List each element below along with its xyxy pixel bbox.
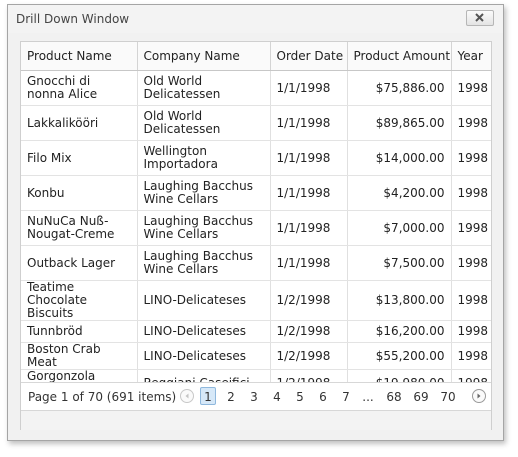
cell-product-name: Gnocchi di nonna Alice bbox=[21, 70, 138, 106]
cell-product-amount: $89,865.00 bbox=[347, 105, 452, 141]
cell-product-name: Tunnbröd bbox=[21, 320, 138, 343]
page-button-5[interactable]: 5 bbox=[292, 390, 308, 404]
data-grid: Product Name Company Name Order Date Pro… bbox=[21, 42, 491, 397]
table-row[interactable]: Teatime Chocolate Biscuits LINO-Delicate… bbox=[21, 280, 491, 321]
table-row[interactable]: NuNuCa Nuß-Nougat-Creme Laughing Bacchus… bbox=[21, 210, 491, 246]
cell-product-amount: $16,200.00 bbox=[347, 320, 452, 343]
table-row[interactable]: Lakkalikööri Old World Delicatessen 1/1/… bbox=[21, 105, 491, 141]
cell-product-amount: $75,886.00 bbox=[347, 70, 452, 106]
column-header-product-name[interactable]: Product Name bbox=[21, 42, 138, 71]
cell-order-date: 1/1/1998 bbox=[270, 70, 348, 106]
cell-company-name: LINO-Delicateses bbox=[137, 320, 271, 343]
cell-order-date: 1/1/1998 bbox=[270, 140, 348, 176]
grid-container: Product Name Company Name Order Date Pro… bbox=[20, 41, 492, 430]
cell-company-name: Laughing Bacchus Wine Cellars bbox=[137, 175, 271, 211]
page-button-7[interactable]: 7 bbox=[338, 390, 354, 404]
cell-year: 1998 bbox=[451, 70, 491, 106]
cell-product-name: Outback Lager bbox=[21, 245, 138, 281]
page-button-70[interactable]: 70 bbox=[437, 390, 459, 404]
cell-year: 1998 bbox=[451, 280, 491, 321]
cell-company-name: Laughing Bacchus Wine Cellars bbox=[137, 245, 271, 281]
cell-product-amount: $4,200.00 bbox=[347, 175, 452, 211]
cell-order-date: 1/1/1998 bbox=[270, 175, 348, 211]
column-header-company-name[interactable]: Company Name bbox=[137, 42, 271, 71]
cell-product-name: Boston Crab Meat bbox=[21, 342, 138, 370]
table-row[interactable]: Gnocchi di nonna Alice Old World Delicat… bbox=[21, 70, 491, 106]
column-header-order-date[interactable]: Order Date bbox=[270, 42, 348, 71]
close-icon bbox=[475, 13, 484, 22]
close-button[interactable] bbox=[466, 10, 494, 26]
page-button-3[interactable]: 3 bbox=[246, 390, 262, 404]
table-row[interactable]: Filo Mix Wellington Importadora 1/1/1998… bbox=[21, 140, 491, 176]
cell-year: 1998 bbox=[451, 245, 491, 281]
page-button-4[interactable]: 4 bbox=[269, 390, 285, 404]
cell-company-name: Old World Delicatessen bbox=[137, 70, 271, 106]
chevron-left-icon bbox=[185, 393, 189, 399]
cell-year: 1998 bbox=[451, 210, 491, 246]
cell-company-name: LINO-Delicateses bbox=[137, 280, 271, 321]
next-page-button[interactable] bbox=[472, 389, 486, 403]
page-button-68[interactable]: 68 bbox=[383, 390, 405, 404]
cell-order-date: 1/1/1998 bbox=[270, 245, 348, 281]
cell-order-date: 1/2/1998 bbox=[270, 280, 348, 321]
cell-order-date: 1/2/1998 bbox=[270, 320, 348, 343]
cell-product-name: Lakkalikööri bbox=[21, 105, 138, 141]
grid-header-row: Product Name Company Name Order Date Pro… bbox=[21, 42, 491, 71]
cell-year: 1998 bbox=[451, 140, 491, 176]
cell-product-amount: $7,000.00 bbox=[347, 210, 452, 246]
prev-page-button[interactable] bbox=[180, 389, 194, 403]
cell-product-amount: $13,800.00 bbox=[347, 280, 452, 321]
cell-company-name: Old World Delicatessen bbox=[137, 105, 271, 141]
cell-order-date: 1/1/1998 bbox=[270, 105, 348, 141]
cell-order-date: 1/2/1998 bbox=[270, 342, 348, 370]
page-button-69[interactable]: 69 bbox=[410, 390, 432, 404]
column-header-product-amount[interactable]: Product Amount bbox=[347, 42, 452, 71]
pager: Page 1 of 70 (691 items) 1 2 3 4 5 6 7 .… bbox=[21, 382, 491, 411]
cell-year: 1998 bbox=[451, 105, 491, 141]
cell-product-amount: $7,500.00 bbox=[347, 245, 452, 281]
cell-company-name: Laughing Bacchus Wine Cellars bbox=[137, 210, 271, 246]
table-row[interactable]: Tunnbröd LINO-Delicateses 1/2/1998 $16,2… bbox=[21, 320, 491, 343]
table-row[interactable]: Konbu Laughing Bacchus Wine Cellars 1/1/… bbox=[21, 175, 491, 211]
table-row[interactable]: Boston Crab Meat LINO-Delicateses 1/2/19… bbox=[21, 342, 491, 370]
cell-product-name: Teatime Chocolate Biscuits bbox=[21, 280, 138, 321]
window-title: Drill Down Window bbox=[16, 12, 130, 26]
cell-product-name: NuNuCa Nuß-Nougat-Creme bbox=[21, 210, 138, 246]
cell-order-date: 1/1/1998 bbox=[270, 210, 348, 246]
drill-down-window: Drill Down Window Product Name Company N… bbox=[7, 4, 504, 441]
cell-company-name: Wellington Importadora bbox=[137, 140, 271, 176]
cell-product-name: Konbu bbox=[21, 175, 138, 211]
cell-year: 1998 bbox=[451, 342, 491, 370]
page-button-1[interactable]: 1 bbox=[200, 387, 216, 405]
cell-product-amount: $55,200.00 bbox=[347, 342, 452, 370]
cell-company-name: LINO-Delicateses bbox=[137, 342, 271, 370]
window-titlebar[interactable]: Drill Down Window bbox=[8, 5, 503, 33]
table-row[interactable]: Outback Lager Laughing Bacchus Wine Cell… bbox=[21, 245, 491, 281]
cell-product-name: Filo Mix bbox=[21, 140, 138, 176]
cell-year: 1998 bbox=[451, 320, 491, 343]
chevron-right-icon bbox=[477, 393, 481, 399]
grid-footer bbox=[21, 410, 491, 430]
cell-product-amount: $14,000.00 bbox=[347, 140, 452, 176]
page-button-6[interactable]: 6 bbox=[315, 390, 331, 404]
column-header-year[interactable]: Year bbox=[451, 42, 491, 71]
cell-year: 1998 bbox=[451, 175, 491, 211]
page-ellipsis-button[interactable]: ... bbox=[360, 390, 376, 404]
page-summary: Page 1 of 70 (691 items) bbox=[28, 390, 177, 404]
page-button-2[interactable]: 2 bbox=[223, 390, 239, 404]
